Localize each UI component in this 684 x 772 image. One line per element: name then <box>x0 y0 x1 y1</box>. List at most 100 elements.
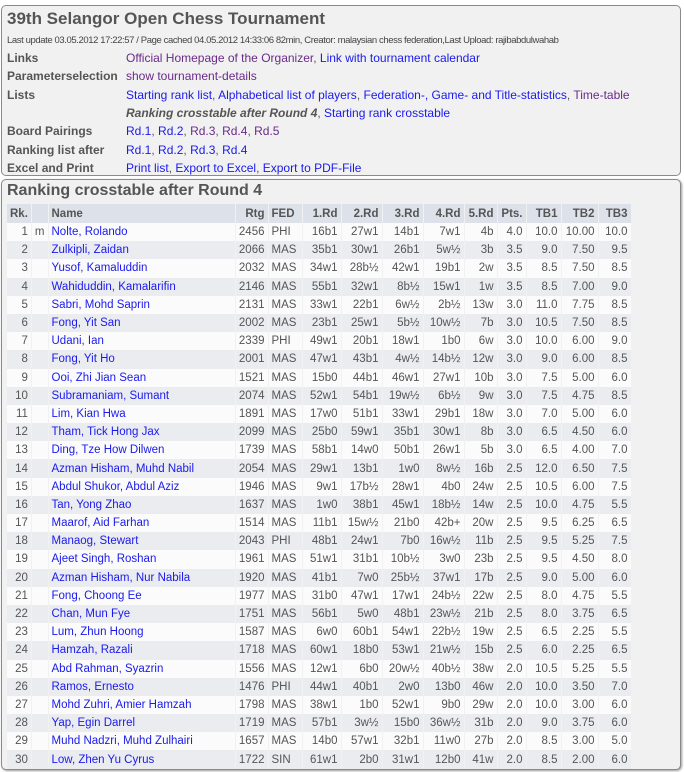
info-link[interactable]: Export to PDF-File <box>263 161 362 175</box>
cell-5rd: 15b <box>464 641 497 660</box>
cell-title <box>31 386 48 405</box>
cell-name: Udani, Ian <box>48 332 235 351</box>
cell-tb3: 5.5 <box>598 495 631 514</box>
table-row: 18 Manaog, Stewart 2043 PHI 48b1 24w1 7b0 16w½ 1… <box>7 532 631 551</box>
cell-pts: 3.0 <box>497 332 526 351</box>
cell-pts: 2.5 <box>497 623 526 642</box>
cell-3rd: 46w1 <box>382 368 423 387</box>
cell-name: Fong, Choong Ee <box>48 586 235 605</box>
player-name-link[interactable]: Azman Hisham, Nur Nabila <box>52 572 191 584</box>
player-name-link[interactable]: Udani, Ian <box>52 335 104 347</box>
info-link[interactable]: Rd.1 <box>126 124 151 138</box>
cell-5rd: 18w <box>464 404 497 424</box>
info-link[interactable]: Print list <box>126 161 169 175</box>
info-link[interactable]: Starting rank list <box>126 88 212 102</box>
player-name-link[interactable]: Tham, Tick Hong Jax <box>52 426 160 438</box>
cell-1rd: 15b0 <box>302 368 341 387</box>
player-name-link[interactable]: Azman Hisham, Muhd Nabil <box>52 463 195 475</box>
cell-rk: 13 <box>7 441 31 460</box>
info-link[interactable]: Rd.1 <box>126 143 151 157</box>
cell-fed: PHI <box>268 332 302 351</box>
player-name-link[interactable]: Ooi, Zhi Jian Sean <box>52 372 147 384</box>
info-link[interactable]: Time-table <box>573 88 629 102</box>
player-name-link[interactable]: Nolte, Rolando <box>52 226 128 238</box>
info-link[interactable]: Rd.3 <box>190 143 215 157</box>
info-link[interactable]: Export to Excel <box>175 161 256 175</box>
cell-title <box>31 604 48 624</box>
cell-tb2: 7.75 <box>561 295 598 314</box>
player-name-link[interactable]: Lum, Zhun Hoong <box>52 626 144 638</box>
player-name-link[interactable]: Lim, Kian Hwa <box>52 408 126 420</box>
table-row: 13 Ding, Tze How Dilwen 1739 MAS 58b1 14w0 50b… <box>7 441 631 460</box>
info-label: Links <box>7 51 39 65</box>
column-header: 4.Rd <box>423 204 464 223</box>
cell-tb3: 5.5 <box>598 586 631 605</box>
cell-4rd: 3w0 <box>423 550 464 569</box>
cell-5rd: 14w <box>464 495 497 514</box>
player-name-link[interactable]: Abd Rahman, Syazrin <box>52 663 164 675</box>
player-name-link[interactable]: Fong, Yit Ho <box>52 353 115 365</box>
cell-tb2: 7.50 <box>561 313 598 333</box>
player-name-link[interactable]: Ding, Tze How Dilwen <box>52 444 165 456</box>
player-name-link[interactable]: Fong, Choong Ee <box>52 590 142 602</box>
player-name-link[interactable]: Mohd Zuhri, Amier Hamzah <box>52 699 192 711</box>
cell-5rd: 10b <box>464 368 497 387</box>
column-header: TB3 <box>598 204 631 223</box>
cell-1rd: 34w1 <box>302 259 341 278</box>
cell-title <box>31 695 48 715</box>
info-link[interactable]: Starting rank crosstable <box>324 106 450 120</box>
cell-fed: PHI <box>268 677 302 696</box>
player-name-link[interactable]: Yusof, Kamaluddin <box>52 262 148 274</box>
cell-tb2: 7.50 <box>561 241 598 260</box>
cell-3rd: 45w1 <box>382 495 423 514</box>
player-name-link[interactable]: Low, Zhen Yu Cyrus <box>52 754 155 766</box>
player-name-link[interactable]: Muhd Nadzri, Muhd Zulhairi <box>52 735 193 747</box>
cell-name: Chan, Mun Fye <box>48 604 235 624</box>
cell-2rd: 40b1 <box>341 677 382 696</box>
cell-1rd: 41b1 <box>302 568 341 587</box>
player-name-link[interactable]: Wahiduddin, Kamalarifin <box>52 281 176 293</box>
player-name-link[interactable]: Maarof, Aid Farhan <box>52 517 150 529</box>
info-link[interactable]: Rd.5 <box>254 124 279 138</box>
player-name-link[interactable]: Fong, Yit San <box>52 317 121 329</box>
cell-name: Muhd Nadzri, Muhd Zulhairi <box>48 732 235 751</box>
info-link[interactable]: Rd.2 <box>158 143 183 157</box>
cell-5rd: 16b <box>464 459 497 478</box>
player-name-link[interactable]: Sabri, Mohd Saprin <box>52 299 150 311</box>
cell-rk: 20 <box>7 568 31 587</box>
info-link[interactable]: Federation-, Game- and Title-statistics <box>363 88 566 102</box>
cell-tb2: 2.00 <box>561 750 598 769</box>
player-name-link[interactable]: Tan, Yong Zhao <box>52 499 132 511</box>
cell-2rd: 3w½ <box>341 714 382 733</box>
info-link[interactable]: Link with tournament calendar <box>320 51 480 65</box>
player-name-link[interactable]: Ramos, Ernesto <box>52 681 134 693</box>
cell-fed: MAS <box>268 423 302 442</box>
player-name-link[interactable]: Abdul Shukor, Abdul Aziz <box>52 481 180 493</box>
info-link[interactable]: Rd.4 <box>222 124 247 138</box>
info-link[interactable]: Rd.2 <box>158 124 183 138</box>
player-name-link[interactable]: Yap, Egin Darrel <box>52 717 136 729</box>
player-name-link[interactable]: Hamzah, Razali <box>52 644 133 656</box>
cell-tb1: 8.5 <box>526 732 561 751</box>
player-name-link[interactable]: Zulkipli, Zaidan <box>52 244 129 256</box>
cell-tb1: 8.5 <box>526 750 561 769</box>
info-link[interactable]: Rd.4 <box>222 143 247 157</box>
cell-1rd: 16b1 <box>302 223 341 242</box>
player-name-link[interactable]: Manaog, Stewart <box>52 535 139 547</box>
info-values: show tournament-details <box>126 69 257 83</box>
player-name-link[interactable]: Ajeet Singh, Roshan <box>52 553 157 565</box>
info-link[interactable]: Official Homepage of the Organizer <box>126 51 313 65</box>
player-name-link[interactable]: Chan, Mun Fye <box>52 608 131 620</box>
cell-1rd: 9w1 <box>302 477 341 496</box>
cell-tb3: 8.5 <box>598 350 631 369</box>
cell-name: Nolte, Rolando <box>48 223 235 242</box>
cell-tb1: 9.0 <box>526 350 561 369</box>
cell-title <box>31 277 48 296</box>
player-name-link[interactable]: Subramaniam, Sumant <box>52 390 170 402</box>
info-link[interactable]: show tournament-details <box>126 69 257 83</box>
cell-pts: 3.5 <box>497 241 526 260</box>
cell-5rd: 22w <box>464 586 497 605</box>
info-link[interactable]: Rd.3 <box>190 124 215 138</box>
info-link[interactable]: Alphabetical list of players <box>218 88 357 102</box>
cell-rtg: 1722 <box>235 750 268 769</box>
